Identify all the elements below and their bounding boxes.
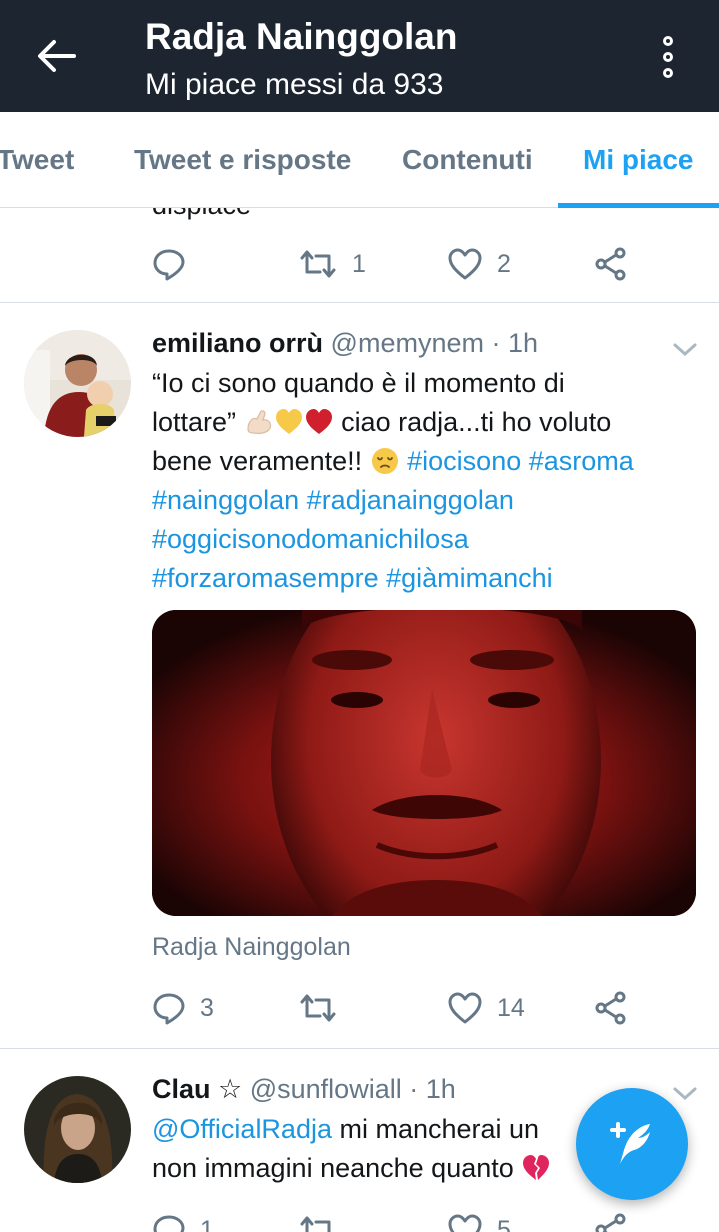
- retweet-button[interactable]: [298, 1205, 338, 1232]
- tweet-time: 1h: [507, 328, 539, 358]
- author-name[interactable]: emiliano orrù: [152, 328, 323, 358]
- compose-feather-icon: [610, 1122, 650, 1164]
- tweet-media-video[interactable]: [152, 610, 696, 916]
- author-name[interactable]: Clau ☆: [152, 1074, 242, 1104]
- like-count: 2: [497, 249, 511, 278]
- like-count: 5: [497, 1215, 511, 1232]
- overflow-menu-button[interactable]: [650, 30, 686, 84]
- hashtag-link[interactable]: #radjanainggolan: [307, 485, 514, 515]
- retweet-icon: [300, 250, 336, 278]
- share-icon: [595, 247, 626, 281]
- hashtag-link[interactable]: #nainggolan: [152, 485, 299, 515]
- flexed-biceps-icon: [246, 410, 271, 434]
- hashtag-link[interactable]: #asroma: [529, 446, 634, 476]
- reply-icon: [153, 249, 185, 281]
- tweet-body: “Io ci sono quando è il momento di lotta…: [152, 368, 634, 593]
- tweet-actions: 1 5: [152, 1205, 672, 1232]
- reply-button[interactable]: 3: [152, 983, 214, 1033]
- hashtag-link[interactable]: #oggicisonodomanichilosa: [152, 524, 469, 554]
- heart-icon: [448, 1214, 482, 1232]
- avatar[interactable]: [24, 330, 131, 437]
- share-button[interactable]: [594, 1205, 628, 1232]
- heart-icon: [448, 992, 482, 1024]
- profile-name-title: Radja Nainggolan: [145, 16, 458, 57]
- tweet-divider: [0, 1048, 719, 1049]
- reply-button[interactable]: 1: [152, 1205, 214, 1232]
- profile-tabs: Tweet Tweet e risposte Contenuti Mi piac…: [0, 112, 719, 208]
- tweet-header: emiliano orrù @memynem · 1h: [152, 328, 539, 358]
- tab-tweet-e-risposte[interactable]: Tweet e risposte: [134, 144, 351, 176]
- like-button[interactable]: 14: [447, 983, 525, 1033]
- back-button[interactable]: [30, 30, 82, 82]
- red-heart-icon: [305, 409, 332, 434]
- pensive-face-icon: [371, 448, 398, 474]
- likes-count-subtitle: Mi piace messi da 933: [145, 68, 444, 101]
- tweet-divider: [0, 302, 719, 303]
- partial-tweet-actions: 1 2: [152, 239, 672, 289]
- retweet-count: 1: [352, 249, 366, 278]
- media-source-label: Radja Nainggolan: [152, 933, 351, 961]
- tweet-header: Clau ☆ @sunflowiall · 1h: [152, 1074, 456, 1104]
- retweet-icon: [300, 994, 336, 1022]
- avatar[interactable]: [24, 1076, 131, 1183]
- chevron-down-icon[interactable]: [672, 1080, 698, 1106]
- reply-icon: [153, 993, 185, 1025]
- mention-link[interactable]: @OfficialRadja: [152, 1114, 332, 1144]
- share-icon: [595, 1213, 626, 1232]
- reply-count: 1: [200, 1215, 214, 1232]
- author-handle[interactable]: @memynem: [331, 328, 484, 358]
- tab-tweet[interactable]: Tweet: [0, 144, 74, 176]
- reply-icon: [153, 1215, 185, 1232]
- hashtag-link[interactable]: #giàmimanchi: [386, 563, 553, 593]
- reply-button[interactable]: [152, 239, 186, 289]
- hashtag-link[interactable]: #iocisono: [407, 446, 521, 476]
- share-icon: [595, 991, 626, 1025]
- share-button[interactable]: [594, 239, 628, 289]
- like-button[interactable]: 5: [447, 1205, 511, 1232]
- yellow-heart-icon: [275, 409, 302, 434]
- tweet-time: 1h: [425, 1074, 456, 1104]
- compose-tweet-button[interactable]: [576, 1088, 688, 1200]
- partial-tweet-text: dispiace: [152, 208, 251, 221]
- hashtag-link[interactable]: #forzaromasempre: [152, 563, 379, 593]
- app-bar: Radja Nainggolan Mi piace messi da 933: [0, 0, 719, 112]
- tweet-feed[interactable]: dispiace 1 2 emili: [0, 208, 719, 1232]
- arrow-left-icon: [38, 40, 76, 72]
- retweet-button[interactable]: 1: [298, 239, 366, 289]
- like-count: 14: [497, 993, 525, 1022]
- chevron-down-icon[interactable]: [672, 336, 698, 362]
- tab-mi-piace[interactable]: Mi piace: [583, 144, 693, 176]
- retweet-icon: [300, 1216, 331, 1232]
- retweet-button[interactable]: [298, 983, 338, 1033]
- share-button[interactable]: [594, 983, 628, 1033]
- tab-contenuti[interactable]: Contenuti: [402, 144, 533, 176]
- heart-icon: [448, 248, 482, 280]
- more-vertical-icon: [663, 36, 673, 46]
- tweet-actions: 3 14: [152, 983, 672, 1033]
- like-button[interactable]: 2: [447, 239, 511, 289]
- author-handle[interactable]: @sunflowiall: [250, 1074, 402, 1104]
- reply-count: 3: [200, 993, 214, 1022]
- broken-heart-icon: [523, 1155, 550, 1180]
